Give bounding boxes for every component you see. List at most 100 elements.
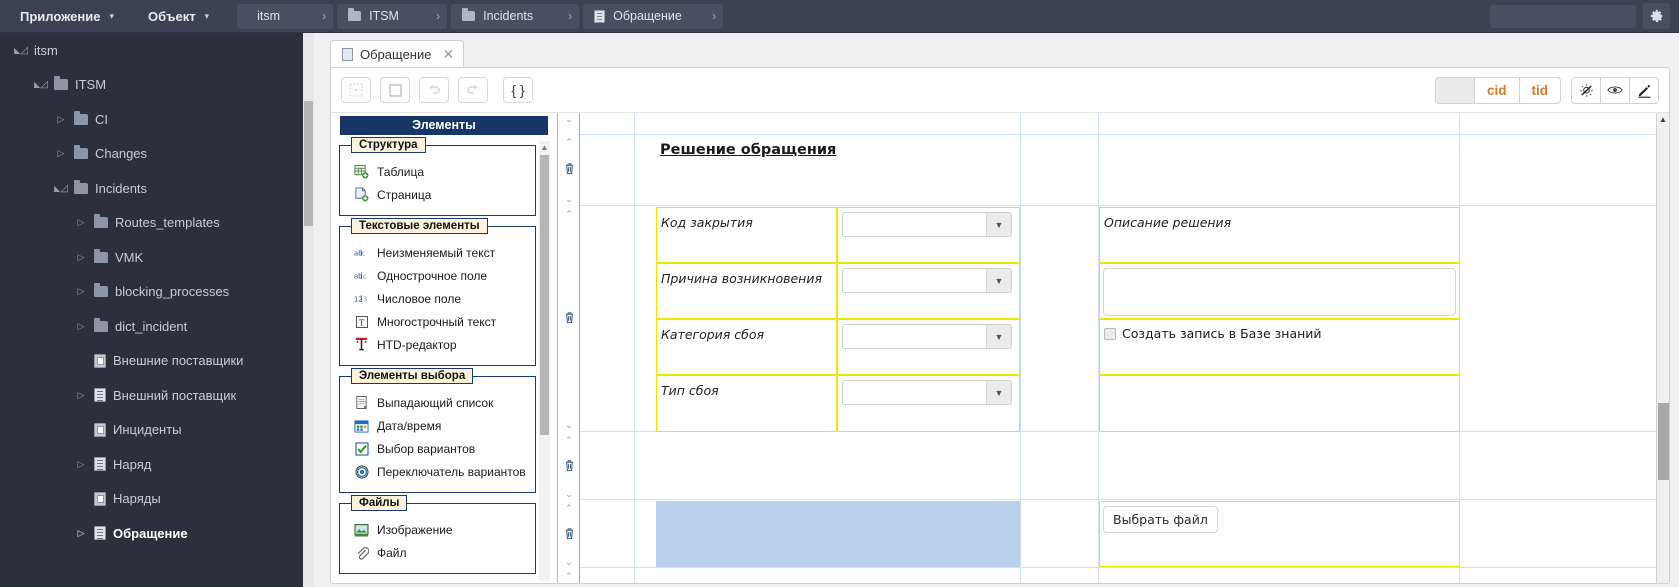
chevron-up-icon[interactable]: ⌃	[565, 572, 573, 581]
settings-off-icon[interactable]	[1571, 76, 1601, 104]
twisty-expanded-icon[interactable]: ◢	[14, 45, 28, 56]
chevron-down-icon[interactable]: ▼	[986, 269, 1011, 292]
chevron-down-icon[interactable]: ⌄	[565, 195, 573, 204]
empty-right-cell[interactable]	[1099, 375, 1460, 432]
palette-item-image[interactable]: Изображение	[340, 518, 535, 541]
chevron-up-icon[interactable]: ⌃	[565, 436, 573, 445]
sidebar-scrollbar-thumb[interactable]	[304, 101, 313, 226]
palette-item-table-add[interactable]: Таблица	[340, 160, 535, 183]
twisty-collapsed-icon[interactable]	[74, 217, 88, 228]
chevron-down-icon[interactable]: ⌄	[565, 558, 573, 567]
chevron-up-icon[interactable]: ⌃	[565, 504, 573, 513]
cid-button[interactable]: cid	[1473, 76, 1520, 104]
chevron-down-icon[interactable]: ▼	[986, 213, 1011, 236]
twisty-collapsed-icon[interactable]	[74, 252, 88, 263]
tree-item-11[interactable]: Инциденты	[0, 413, 303, 448]
palette-item-abc-input[interactable]: ab c Однострочное поле	[340, 264, 535, 287]
trash-icon[interactable]	[564, 162, 575, 180]
twisty-collapsed-icon[interactable]	[54, 114, 68, 125]
dropdown-kod-zakrytiya[interactable]: ▼	[842, 212, 1012, 237]
close-icon[interactable]: ✕	[438, 46, 454, 63]
chevron-down-icon[interactable]: ▼	[986, 381, 1011, 404]
kb-checkbox-row[interactable]: Создать запись в Базе знаний	[1100, 320, 1459, 341]
field-cell-kategoriya[interactable]: Категория сбоя	[656, 319, 837, 375]
toolbar-id-field[interactable]	[1434, 76, 1475, 104]
trash-icon[interactable]	[564, 527, 575, 545]
breadcrumb-item-ITSM[interactable]: ITSM ›	[337, 3, 448, 29]
tree-item-14[interactable]: Обращение	[0, 516, 303, 551]
chevron-down-icon[interactable]: ⌄	[565, 490, 573, 499]
palette-scrollbar[interactable]: ▲	[539, 141, 550, 581]
tree-item-10[interactable]: Внешний поставщик	[0, 378, 303, 413]
trash-icon[interactable]	[564, 459, 575, 477]
file-upload-cell[interactable]: Выбрать файл	[1099, 501, 1460, 567]
breadcrumb-item-obrashchenie[interactable]: Обращение ›	[583, 3, 724, 29]
breadcrumb-item-Incidents[interactable]: Incidents ›	[451, 3, 580, 29]
sidebar-scrollbar[interactable]	[303, 33, 314, 587]
tree-item-6[interactable]: VMK	[0, 240, 303, 275]
twisty-collapsed-icon[interactable]	[74, 321, 88, 332]
canvas-scrollbar-thumb[interactable]	[1658, 403, 1669, 480]
field-control-cell-kategoriya[interactable]: ▼	[837, 319, 1020, 375]
field-control-cell-kod-zakrytiya[interactable]: ▼	[837, 207, 1020, 263]
gear-icon[interactable]	[1643, 3, 1670, 29]
selected-cell[interactable]	[656, 501, 1020, 567]
topbar-search-input[interactable]	[1490, 4, 1636, 28]
json-button[interactable]: { }	[503, 77, 533, 103]
palette-item-dropdown[interactable]: Выпадающий список	[340, 391, 535, 414]
twisty-collapsed-icon[interactable]	[74, 390, 88, 401]
twisty-expanded-icon[interactable]: ◢	[54, 183, 68, 194]
field-cell-prichina[interactable]: Причина возникновения	[656, 263, 837, 319]
redo-button[interactable]	[458, 77, 488, 103]
field-cell-kod-zakrytiya[interactable]: Код закрытия	[656, 207, 837, 263]
field-control-cell-prichina[interactable]: ▼	[837, 263, 1020, 319]
menu-object[interactable]: Объект ▾	[128, 0, 223, 33]
tree-item-3[interactable]: Changes	[0, 137, 303, 172]
chevron-down-icon[interactable]: ⌄	[565, 115, 573, 124]
dropdown-tip-sboya[interactable]: ▼	[842, 380, 1012, 405]
palette-item-number-input[interactable]: 12 3 Числовое поле	[340, 287, 535, 310]
tab-obrashchenie[interactable]: Обращение ✕	[330, 40, 465, 68]
tree-item-7[interactable]: blocking_processes	[0, 275, 303, 310]
breadcrumb-item-itsm[interactable]: itsm ›	[237, 3, 334, 29]
menu-application[interactable]: Приложение ▾	[0, 0, 128, 33]
palette-item-calendar[interactable]: Дата/время	[340, 414, 535, 437]
tree-item-12[interactable]: Наряд	[0, 447, 303, 482]
tree-item-4[interactable]: ◢ Incidents	[0, 171, 303, 206]
square-button[interactable]	[380, 77, 410, 103]
dropdown-kategoriya[interactable]: ▼	[842, 324, 1012, 349]
grid-toggle-button[interactable]	[341, 77, 371, 103]
scroll-up-icon[interactable]: ▲	[539, 141, 550, 153]
chevron-down-icon[interactable]: ▼	[986, 325, 1011, 348]
tree-item-5[interactable]: Routes_templates	[0, 206, 303, 241]
undo-button[interactable]	[419, 77, 449, 103]
palette-item-radio[interactable]: Переключатель вариантов	[340, 460, 535, 483]
twisty-collapsed-icon[interactable]	[54, 148, 68, 159]
tree-item-0[interactable]: ◢ itsm	[0, 33, 303, 68]
checkbox-icon[interactable]	[1104, 327, 1116, 340]
palette-item-textarea[interactable]: T Многострочный текст	[340, 310, 535, 333]
field-cell-tip-sboya[interactable]: Тип сбоя	[656, 375, 837, 432]
dropdown-prichina[interactable]: ▼	[842, 268, 1012, 293]
palette-item-abc-label[interactable]: ab c Неизменяемый текст	[340, 241, 535, 264]
palette-item-htd-editor[interactable]: HTD-редактор	[340, 333, 535, 356]
twisty-collapsed-icon[interactable]	[74, 528, 88, 539]
scroll-up-icon[interactable]: ▲	[1659, 115, 1667, 124]
tree-item-1[interactable]: ◢ ITSM	[0, 68, 303, 103]
palette-item-checkbox[interactable]: Выбор вариантов	[340, 437, 535, 460]
description-textarea[interactable]	[1103, 268, 1456, 316]
chevron-up-icon[interactable]: ⌃	[565, 138, 573, 147]
tree-item-2[interactable]: CI	[0, 102, 303, 137]
palette-item-attachment[interactable]: Файл	[340, 541, 535, 564]
twisty-collapsed-icon[interactable]	[74, 286, 88, 297]
tid-button[interactable]: tid	[1518, 76, 1561, 104]
chevron-up-icon[interactable]: ⌃	[565, 210, 573, 219]
description-textarea-cell[interactable]	[1099, 263, 1460, 319]
tree-item-9[interactable]: Внешние поставщики	[0, 344, 303, 379]
twisty-collapsed-icon[interactable]	[74, 459, 88, 470]
description-label-cell[interactable]: Описание решения	[1099, 207, 1460, 263]
edit-icon[interactable]	[1629, 76, 1659, 104]
chevron-down-icon[interactable]: ⌄	[565, 421, 573, 430]
canvas-scrollbar[interactable]: ▲	[1656, 113, 1669, 583]
palette-scrollbar-thumb[interactable]	[540, 155, 549, 435]
